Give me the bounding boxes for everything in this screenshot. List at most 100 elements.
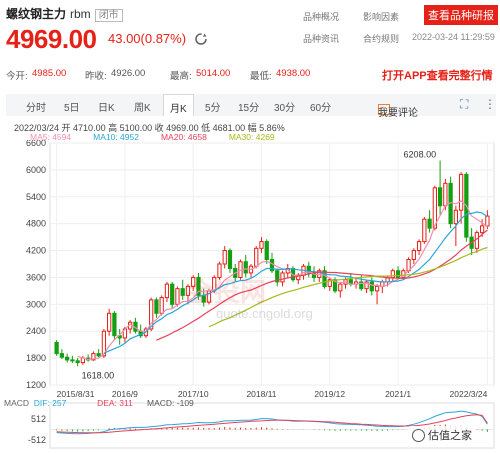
- candle-body: [453, 209, 458, 225]
- candle-body: [474, 232, 479, 249]
- candle-body: [369, 281, 374, 292]
- link-variety-overview[interactable]: 品种概况: [303, 10, 339, 23]
- macd-dif: DIF: 257: [33, 398, 67, 408]
- more-icon[interactable]: ⋮: [484, 97, 496, 111]
- chart-watermark-url: quote.cngold.org: [216, 306, 313, 321]
- candle-body: [458, 173, 464, 211]
- open-value: 4985.00: [32, 68, 67, 79]
- candle-body: [107, 312, 112, 332]
- candle-body: [411, 250, 416, 261]
- chart-watermark-logo: 金投网: [188, 277, 267, 307]
- ma-line-ma10: [103, 211, 488, 354]
- x-tick-label: 2018/11: [246, 389, 276, 399]
- last-price: 4969.00: [6, 24, 97, 54]
- y-tick-label: 3600: [26, 272, 46, 282]
- y-tick-label: 1200: [26, 380, 46, 390]
- candle-body: [479, 225, 485, 234]
- candle-body: [65, 356, 70, 361]
- candle-body: [416, 241, 422, 252]
- candle-body: [280, 272, 285, 283]
- instrument-title: 螺纹钢主力 rbm 闭市: [6, 5, 123, 22]
- quote-header: 螺纹钢主力 rbm 闭市 4969.00 43.00(0.87%) 品种概况 影响因…: [0, 0, 500, 62]
- low-value: 4938.00: [276, 68, 311, 79]
- candle-body: [180, 288, 185, 296]
- tab-60min[interactable]: 60分: [310, 99, 331, 114]
- prev-close-label: 昨收:: [85, 71, 107, 82]
- candle-body: [159, 297, 164, 314]
- candle-body: [437, 187, 443, 207]
- tab-30min[interactable]: 30分: [274, 99, 295, 114]
- candle-body: [254, 247, 259, 267]
- candle-body: [427, 218, 432, 229]
- fullscreen-icon[interactable]: ⛶: [460, 97, 468, 112]
- x-tick-label: 2019/12: [314, 389, 345, 399]
- link-influencing-factors[interactable]: 影响因素: [363, 10, 399, 23]
- open-app-link[interactable]: 打开APP查看完整行情: [382, 67, 493, 83]
- candle-body: [164, 283, 170, 299]
- tab-monthly-k[interactable]: 月K: [163, 94, 194, 116]
- corner-badge-text: 估值之家: [428, 430, 472, 442]
- macd-legend: MACD DIF: 257 DEA: 311 MACD: -109: [4, 398, 194, 408]
- macd-title: MACD: [4, 398, 30, 408]
- stats-bar: 今开: 4985.00 昨收: 4926.00 最高: 5014.00 最低: …: [0, 68, 500, 84]
- candle-body: [227, 250, 233, 269]
- y-tick-label: 3000: [26, 299, 46, 309]
- x-tick-label: 2022/3/24: [450, 389, 488, 399]
- tab-daily-k[interactable]: 日K: [98, 99, 115, 114]
- candle-body: [443, 182, 448, 207]
- candle-body: [222, 250, 227, 265]
- y-tick-label: 6600: [26, 140, 46, 148]
- quote-timestamp: 2022-03-24 11:29:59: [412, 32, 495, 42]
- candle-body: [75, 360, 80, 364]
- macd-tick-label: 512: [31, 414, 46, 424]
- badge-logo-icon: [412, 429, 425, 442]
- candle-body: [259, 241, 264, 249]
- link-variety-news[interactable]: 品种资讯: [303, 32, 339, 45]
- candle-body: [175, 288, 180, 305]
- candle-body: [422, 218, 427, 243]
- link-contract-rules[interactable]: 合约规则: [363, 32, 399, 45]
- x-tick-label: 2021/1: [385, 389, 411, 399]
- macd-dea: DEA: 311: [97, 398, 133, 408]
- y-tick-label: 4800: [26, 219, 46, 229]
- candle-body: [154, 299, 159, 314]
- price-change: 43.00(0.87%): [108, 31, 187, 46]
- candle-body: [390, 270, 395, 278]
- y-tick-label: 1800: [26, 353, 46, 363]
- tab-weekly-k[interactable]: 周K: [134, 99, 151, 114]
- comment-label: 我要评论: [378, 108, 418, 119]
- high-label: 最高:: [170, 71, 192, 82]
- candle-body: [264, 241, 269, 261]
- candle-body: [54, 341, 59, 355]
- tab-timeshare[interactable]: 分时: [26, 99, 46, 114]
- low-label: 最低:: [250, 71, 272, 82]
- y-tick-label: 4200: [26, 246, 46, 256]
- min-annotation: 1618.00: [82, 370, 115, 380]
- candle-body: [395, 270, 401, 278]
- refresh-icon[interactable]: [194, 32, 208, 46]
- y-tick-label: 6000: [26, 165, 46, 175]
- market-status-badge: 闭市: [94, 9, 123, 22]
- y-tick-label: 5400: [26, 192, 46, 202]
- candle-body: [170, 283, 175, 305]
- period-tabs: 分时 5日 日K 周K 月K 5分 15分 30分 60分 我要评论 ⛶ ⋮: [6, 94, 496, 119]
- research-report-button[interactable]: 查看品种研报: [424, 5, 498, 25]
- macd-tick-label: -512: [28, 435, 46, 445]
- macd-value: MACD: -109: [147, 398, 194, 408]
- tab-5min[interactable]: 5分: [205, 99, 221, 114]
- candle-body: [338, 283, 343, 292]
- instrument-name: 螺纹钢主力: [6, 7, 67, 21]
- prev-close-value: 4926.00: [111, 68, 146, 79]
- tab-5day[interactable]: 5日: [64, 99, 80, 114]
- corner-badge: 估值之家: [408, 426, 476, 444]
- high-value: 5014.00: [196, 68, 231, 79]
- tab-15min[interactable]: 15分: [238, 99, 259, 114]
- candle-body: [70, 359, 75, 362]
- candle-body: [485, 215, 490, 227]
- open-label: 今开:: [6, 71, 28, 82]
- candle-body: [59, 353, 65, 358]
- candle-body: [374, 285, 380, 292]
- candle-body: [96, 353, 101, 357]
- y-tick-label: 2400: [26, 326, 46, 336]
- candle-body: [112, 312, 117, 337]
